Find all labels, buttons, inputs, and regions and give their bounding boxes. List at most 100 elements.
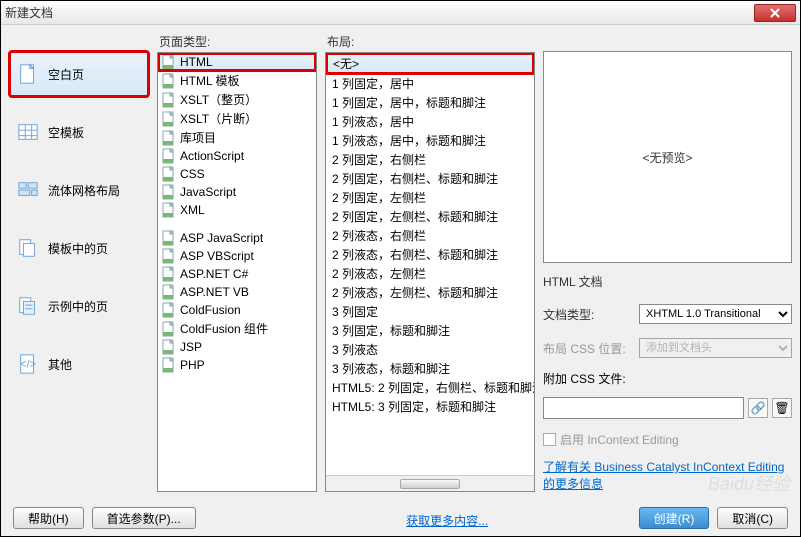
list-item[interactable]: 3 列固定 [326,302,534,321]
list-item-label: 2 列液态，左侧栏、标题和脚注 [332,284,498,301]
sidebar-item-blank-template[interactable]: 空模板 [9,109,149,155]
csspos-row: 布局 CSS 位置: 添加到文档头 [543,338,792,358]
list-item-label: XSLT（片断） [180,110,257,127]
sidebar-item-page-from-template[interactable]: 模板中的页 [9,225,149,271]
list-item-label: 1 列液态，居中 [332,113,414,130]
list-item-label: CSS [180,167,205,181]
list-item[interactable]: 2 列液态，右侧栏 [326,226,534,245]
list-item-label: JSP [180,340,202,354]
page-type-column: 页面类型: HTMLHTML 模板XSLT（整页）XSLT（片断）库项目Acti… [157,33,317,492]
list-item-label: 3 列固定，标题和脚注 [332,322,450,339]
list-item[interactable]: HTML5: 3 列固定，标题和脚注 [326,397,534,416]
list-item-label: PHP [180,358,205,372]
file-icon [162,339,176,355]
list-item[interactable]: 3 列液态 [326,340,534,359]
blank-page-icon [16,62,40,86]
list-item[interactable]: 1 列固定，居中 [326,74,534,93]
prefs-button[interactable]: 首选参数(P)... [92,507,196,529]
list-item[interactable]: XSLT（片断） [158,109,316,128]
list-item[interactable]: 2 列固定，右侧栏 [326,150,534,169]
list-item-label: 2 列液态，右侧栏 [332,227,426,244]
file-icon [162,130,176,146]
list-item[interactable]: 2 列液态，右侧栏、标题和脚注 [326,245,534,264]
list-item[interactable]: 3 列固定，标题和脚注 [326,321,534,340]
csspos-label: 布局 CSS 位置: [543,340,633,357]
list-item[interactable]: 3 列液态，标题和脚注 [326,359,534,378]
list-item-label: 1 列液态，居中，标题和脚注 [332,132,486,149]
list-item[interactable]: JSP [158,338,316,356]
create-button[interactable]: 创建(R) [639,507,710,529]
list-item[interactable]: PHP [158,356,316,374]
incontext-checkbox[interactable] [543,433,556,446]
list-item[interactable]: CSS [158,165,316,183]
attach-css-box[interactable] [543,397,744,419]
list-item[interactable]: HTML 模板 [158,71,316,90]
file-icon [162,266,176,282]
list-item-label: HTML5: 2 列固定，右侧栏、标题和脚注 [332,379,535,396]
list-item[interactable]: 2 列固定，右侧栏、标题和脚注 [326,169,534,188]
list-item[interactable]: ASP.NET C# [158,265,316,283]
help-button[interactable]: 帮助(H) [13,507,84,529]
list-item[interactable]: 2 列液态，左侧栏、标题和脚注 [326,283,534,302]
list-item[interactable]: HTML [158,53,316,71]
incontext-link[interactable]: 了解有关 Business Catalyst InContext Editing… [543,458,792,492]
titlebar: 新建文档 [1,1,800,25]
list-item[interactable]: ASP VBScript [158,247,316,265]
sidebar-label: 其他 [48,356,72,373]
list-item[interactable]: HTML5: 2 列固定，右侧栏、标题和脚注 [326,378,534,397]
fluid-grid-icon [16,178,40,202]
blank-template-icon [16,120,40,144]
right-panel: <无预览> HTML 文档 文档类型: XHTML 1.0 Transition… [543,33,792,492]
list-item[interactable]: ColdFusion 组件 [158,319,316,338]
attach-remove-button[interactable]: 🗑 [772,398,792,418]
list-item[interactable]: 1 列液态，居中 [326,112,534,131]
sidebar-label: 模板中的页 [48,240,108,257]
file-icon [162,184,176,200]
list-item-label: 3 列液态 [332,341,378,358]
trash-icon: 🗑 [774,401,789,415]
list-item[interactable]: ASP.NET VB [158,283,316,301]
list-item[interactable]: 2 列固定，左侧栏、标题和脚注 [326,207,534,226]
list-item[interactable]: ASP JavaScript [158,229,316,247]
list-item-label: HTML 模板 [180,72,240,89]
scrollbar-thumb[interactable] [400,479,460,489]
sidebar-item-other[interactable]: </> 其他 [9,341,149,387]
list-item-label: <无> [333,55,359,72]
sidebar-label: 流体网格布局 [48,182,120,199]
list-item[interactable]: 2 列固定，左侧栏 [326,188,534,207]
preview-box: <无预览> [543,51,792,263]
list-item[interactable]: ColdFusion [158,301,316,319]
list-item[interactable]: 1 列液态，居中，标题和脚注 [326,131,534,150]
close-button[interactable] [754,4,796,22]
sidebar-label: 空模板 [48,124,84,141]
layout-column: 布局: <无>1 列固定，居中1 列固定，居中，标题和脚注1 列液态，居中1 列… [325,33,535,492]
layout-listbox[interactable]: <无> 1 列固定，居中1 列固定，居中，标题和脚注1 列液态，居中 1 列液态，居… [325,52,535,492]
list-item-label: 2 列固定，左侧栏 [332,189,426,206]
file-icon [162,92,176,108]
file-icon [162,302,176,318]
incontext-label: 启用 InContext Editing [560,431,679,448]
file-icon [162,111,176,127]
list-item-label: ASP VBScript [180,249,254,263]
sidebar-item-page-from-sample[interactable]: 示例中的页 [9,283,149,329]
page-type-listbox[interactable]: HTMLHTML 模板XSLT（整页）XSLT（片断）库项目ActionScri… [157,52,317,492]
list-item-label: XML [180,203,205,217]
horizontal-scrollbar[interactable] [326,475,534,491]
list-item-label: ColdFusion 组件 [180,320,268,337]
list-item[interactable]: <无> [326,53,534,74]
list-item[interactable]: JavaScript [158,183,316,201]
file-icon [162,321,176,337]
sidebar-item-blank-page[interactable]: 空白页 [9,51,149,97]
list-item[interactable]: ActionScript [158,147,316,165]
list-item[interactable]: XML [158,201,316,219]
more-content-link[interactable]: 获取更多内容... [406,512,488,529]
cancel-button[interactable]: 取消(C) [717,507,788,529]
list-item[interactable]: 库项目 [158,128,316,147]
sidebar-item-fluid-grid[interactable]: 流体网格布局 [9,167,149,213]
list-item-label: 1 列固定，居中 [332,75,414,92]
attach-link-button[interactable]: 🔗 [748,398,768,418]
list-item[interactable]: 1 列固定，居中，标题和脚注 [326,93,534,112]
list-item[interactable]: XSLT（整页） [158,90,316,109]
list-item[interactable]: 2 列液态，左侧栏 [326,264,534,283]
doctype-select[interactable]: XHTML 1.0 Transitional [639,304,792,324]
